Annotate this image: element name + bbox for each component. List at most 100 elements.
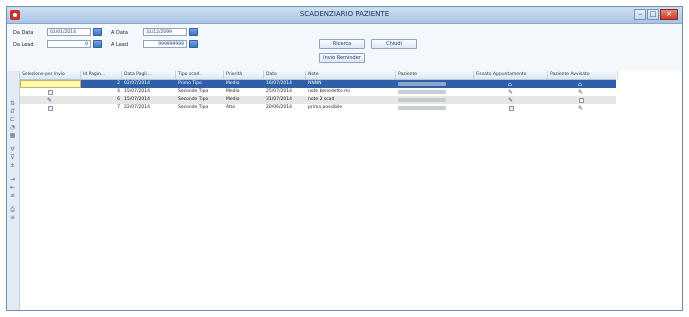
funnel-icon[interactable]: ∀	[9, 147, 16, 153]
calendar-icon[interactable]: ⌂	[578, 81, 582, 87]
id-cell: 2	[117, 81, 120, 86]
checkbox-icon[interactable]	[48, 89, 53, 95]
minimize-button[interactable]: –	[634, 9, 646, 20]
selezione-cell[interactable]: ✎	[20, 96, 81, 104]
filter-icon[interactable]: ◔	[9, 125, 16, 131]
table-row[interactable]: 2 02/07/2014 Primo Tipo Media 16/07/2014…	[20, 80, 616, 88]
da-lead-spin-button[interactable]	[93, 40, 102, 48]
a-data-field[interactable]: 31/12/2099	[143, 28, 187, 36]
data-cell: 25/07/2014	[266, 89, 292, 94]
priorita-cell: Media	[226, 97, 240, 102]
calendar-check-icon[interactable]: ✎	[508, 89, 513, 95]
main-window: SCADENZIARIO PAZIENTE – □ × Da Data 01/0…	[6, 6, 683, 311]
data-pag-cell: 22/07/2014	[124, 105, 150, 110]
paziente-cell	[396, 104, 474, 112]
grid-header: Selezione per Invio Id Pagin... Data Pag…	[20, 71, 618, 80]
avvisato-cell[interactable]: ⌂	[548, 80, 618, 88]
data-pag-cell: 02/07/2014	[124, 81, 150, 86]
window-title: SCADENZIARIO PAZIENTE	[299, 10, 390, 18]
id-cell: 7	[117, 105, 120, 110]
col-header-tipo[interactable]: Tipo scad.	[176, 71, 224, 79]
paziente-cell	[396, 88, 474, 96]
da-lead-field[interactable]: 0	[47, 40, 91, 48]
fissato-cell[interactable]: ⌂	[474, 80, 548, 88]
chiudi-button[interactable]: Chiudi	[371, 39, 417, 49]
col-header-fissato[interactable]: Fissato Appuntamento	[474, 71, 548, 79]
col-header-avvisato[interactable]: Paziente Avvisato	[548, 71, 618, 79]
checkbox-icon[interactable]	[509, 105, 514, 111]
calendar-check-icon[interactable]: ✎	[47, 97, 52, 103]
invio-reminder-button[interactable]: Invio Reminder	[319, 53, 365, 63]
redacted-text	[398, 106, 446, 110]
data-pag-cell: 15/07/2014	[124, 89, 150, 94]
calendar-check-icon[interactable]: ✎	[578, 105, 583, 111]
title-bar: SCADENZIARIO PAZIENTE – □ ×	[7, 7, 682, 24]
tipo-cell: Primo Tipo	[178, 81, 202, 86]
a-data-label: A Data	[111, 30, 128, 36]
col-header-priorita[interactable]: Priorità	[224, 71, 264, 79]
redacted-text	[398, 98, 446, 102]
sort-desc-icon[interactable]: ⇵	[9, 109, 16, 115]
id-cell: 6	[117, 97, 120, 102]
paziente-cell	[396, 96, 474, 104]
col-header-paziente[interactable]: Paziente	[396, 71, 474, 79]
id-cell: 4	[117, 89, 120, 94]
selezione-cell[interactable]	[20, 88, 81, 96]
col-header-note[interactable]: Note	[306, 71, 396, 79]
a-lead-label: A Lead	[111, 42, 129, 48]
calendar-check-icon[interactable]: ✎	[578, 89, 583, 95]
reminder-grid: Selezione per Invio Id Pagin... Data Pag…	[20, 71, 682, 310]
funnel-remove-icon[interactable]: ⊽	[9, 155, 16, 161]
fissato-cell[interactable]	[474, 104, 548, 112]
calendar-check-icon[interactable]: ✎	[508, 97, 513, 103]
col-header-data[interactable]: Data	[264, 71, 306, 79]
checkbox-icon[interactable]	[48, 105, 53, 111]
close-button[interactable]: ×	[660, 9, 678, 20]
collapse-icon[interactable]: ≤	[9, 193, 16, 199]
note-cell: note 2 scad	[308, 97, 335, 102]
maximize-button[interactable]: □	[647, 9, 659, 20]
a-data-picker-button[interactable]	[189, 28, 198, 36]
ricerca-button[interactable]: Ricerca	[319, 39, 365, 49]
redacted-text	[398, 82, 446, 86]
filter-panel: Da Data 01/01/2014 A Data 31/12/2099 Da …	[7, 24, 682, 71]
redacted-text	[398, 90, 446, 94]
tipo-cell: Secondo Tipo	[178, 89, 209, 94]
table-row[interactable]: 4 15/07/2014 Secondo Tipo Media 25/07/20…	[20, 88, 616, 96]
expand-icon[interactable]: ±	[9, 163, 16, 169]
avvisato-cell[interactable]: ✎	[548, 88, 618, 96]
export-icon[interactable]: ≡	[9, 215, 16, 221]
col-header-selezione[interactable]: Selezione per Invio	[20, 71, 81, 79]
da-data-field[interactable]: 01/01/2014	[47, 28, 91, 36]
print-icon[interactable]: ⎙	[9, 207, 16, 213]
data-cell: 31/07/2014	[266, 97, 292, 102]
avvisato-cell[interactable]	[548, 96, 618, 104]
indent-icon[interactable]: ⇥	[9, 177, 16, 183]
a-lead-field[interactable]: 999999999	[143, 40, 187, 48]
data-cell: 16/07/2014	[266, 81, 292, 86]
group-icon[interactable]: ⊏	[9, 117, 16, 123]
sort-asc-icon[interactable]: ⇅	[9, 101, 16, 107]
calendar-icon[interactable]: ⌂	[508, 81, 512, 87]
priorita-cell: Media	[226, 81, 240, 86]
tipo-cell: Secondo Tipo	[178, 105, 209, 110]
selezione-cell[interactable]	[20, 80, 81, 88]
note-cell: note benedetto mi	[308, 89, 350, 94]
selezione-cell[interactable]	[20, 104, 81, 112]
checkbox-icon[interactable]	[579, 97, 584, 103]
col-header-id[interactable]: Id Pagin...	[81, 71, 122, 79]
paziente-cell	[396, 80, 474, 88]
priorita-cell: Media	[226, 89, 240, 94]
da-data-picker-button[interactable]	[93, 28, 102, 36]
table-row[interactable]: ✎ 6 15/07/2014 Secondo Tipo Media 31/07/…	[20, 96, 616, 104]
grid-icon[interactable]: ▦	[9, 133, 16, 139]
outdent-icon[interactable]: ⇤	[9, 185, 16, 191]
fissato-cell[interactable]: ✎	[474, 96, 548, 104]
col-header-data-pag[interactable]: Data Pagli...	[122, 71, 176, 79]
table-row[interactable]: 7 22/07/2014 Secondo Tipo Alta 20/06/201…	[20, 104, 616, 112]
data-pag-cell: 15/07/2014	[124, 97, 150, 102]
fissato-cell[interactable]: ✎	[474, 88, 548, 96]
avvisato-cell[interactable]: ✎	[548, 104, 618, 112]
a-lead-spin-button[interactable]	[189, 40, 198, 48]
note-cell: NNNN	[308, 81, 322, 86]
